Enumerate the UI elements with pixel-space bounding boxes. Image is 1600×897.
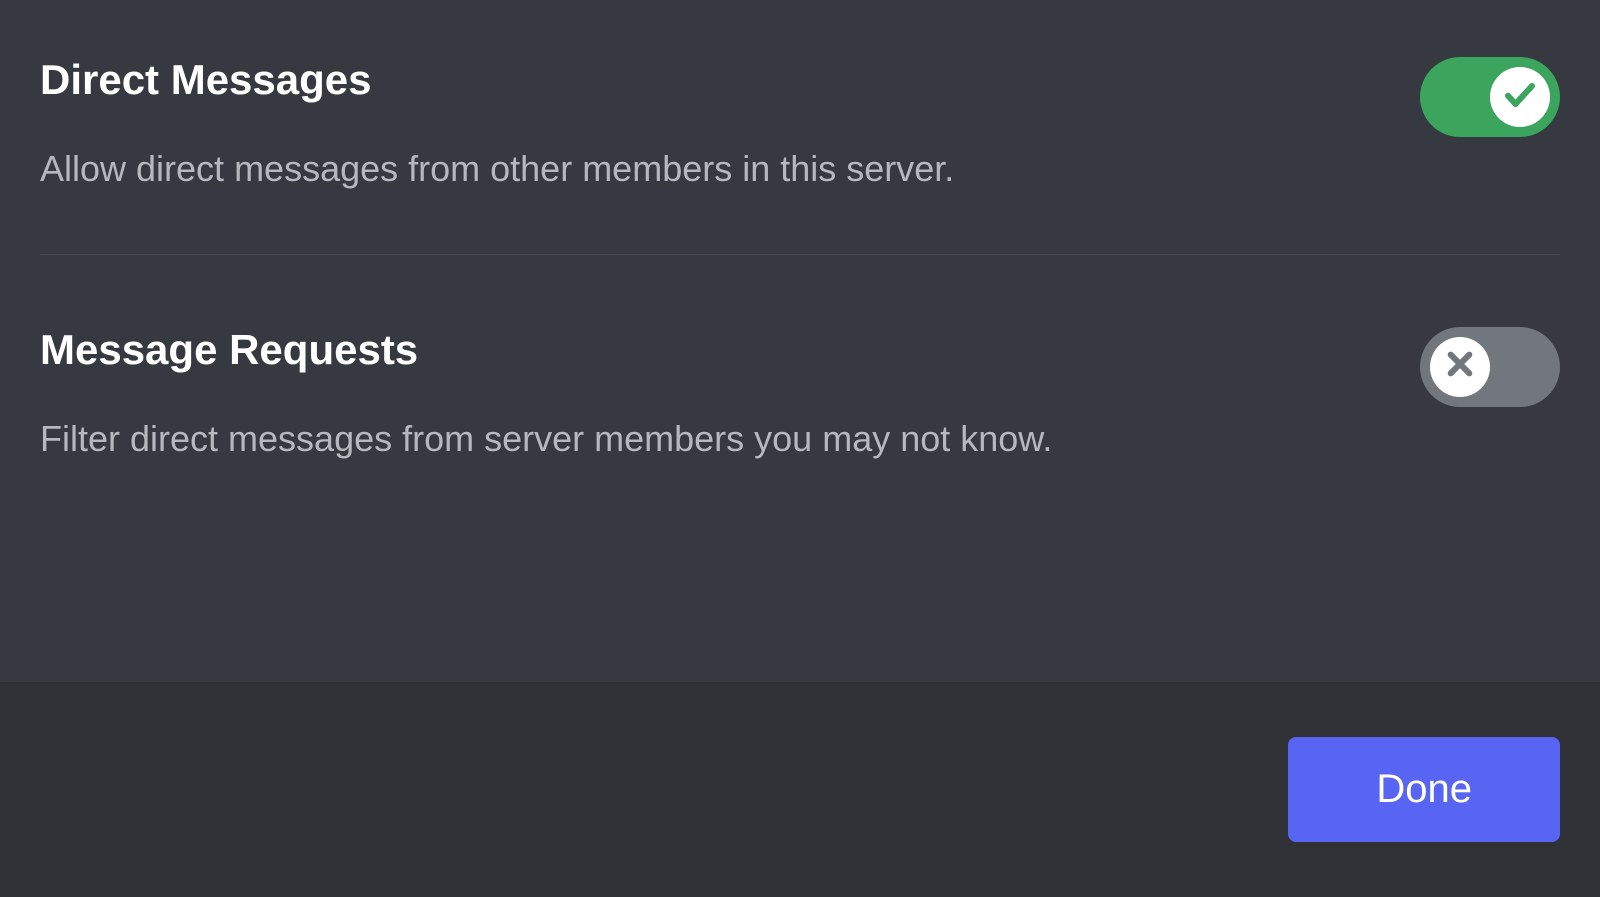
setting-description: Filter direct messages from server membe… bbox=[40, 415, 1380, 464]
settings-content: Direct Messages Allow direct messages fr… bbox=[0, 0, 1600, 504]
done-button[interactable]: Done bbox=[1288, 737, 1560, 842]
toggle-knob bbox=[1430, 337, 1490, 397]
x-icon bbox=[1444, 348, 1476, 385]
direct-messages-toggle[interactable] bbox=[1420, 57, 1560, 137]
setting-title: Direct Messages bbox=[40, 55, 1380, 105]
toggle-knob bbox=[1490, 67, 1550, 127]
setting-text-group: Message Requests Filter direct messages … bbox=[40, 325, 1420, 464]
setting-direct-messages: Direct Messages Allow direct messages fr… bbox=[40, 0, 1560, 234]
check-icon bbox=[1502, 77, 1538, 118]
setting-message-requests: Message Requests Filter direct messages … bbox=[40, 255, 1560, 504]
modal-footer: Done bbox=[0, 682, 1600, 897]
setting-description: Allow direct messages from other members… bbox=[40, 145, 1380, 194]
setting-text-group: Direct Messages Allow direct messages fr… bbox=[40, 55, 1420, 194]
message-requests-toggle[interactable] bbox=[1420, 327, 1560, 407]
setting-title: Message Requests bbox=[40, 325, 1380, 375]
